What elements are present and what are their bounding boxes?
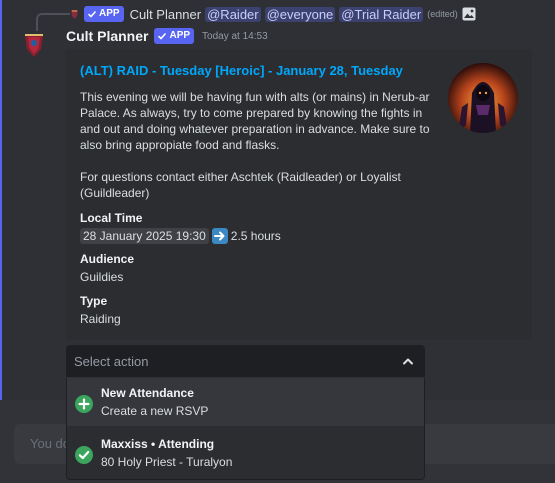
embed-title[interactable]: (ALT) RAID - Tuesday [Heroic] - January … [80, 63, 403, 78]
option-new-attendance[interactable]: New Attendance Create a new RSVP [67, 378, 424, 426]
arrow-right-icon [211, 228, 228, 244]
embed-description-paragraph: For questions contact either Aschtek (Ra… [80, 170, 401, 200]
duration-text: 2.5 hours [230, 229, 281, 243]
option-title: Maxxiss • Attending [101, 437, 215, 451]
field-type: Type Raiding [80, 293, 460, 327]
reply-app-badge-label: APP [99, 8, 120, 19]
message-header: Cult Planner APP Today at 14:53 [66, 28, 268, 44]
author-avatar[interactable] [22, 31, 46, 59]
select-options-menu: New Attendance Create a new RSVP Maxxiss… [66, 378, 425, 480]
field-audience-name: Audience [80, 252, 135, 266]
plus-circle-icon [75, 395, 93, 413]
embed-thumbnail[interactable] [448, 63, 518, 133]
select-action-dropdown[interactable]: Select action [66, 345, 425, 377]
mention-accent-bar [0, 0, 2, 400]
option-attending[interactable]: Maxxiss • Attending 80 Holy Priest - Tur… [67, 429, 424, 477]
field-type-name: Type [80, 294, 108, 308]
verified-check-icon [87, 10, 97, 18]
reply-preview[interactable]: APP Cult Planner @Raider @everyone @Tria… [28, 5, 476, 23]
image-icon[interactable] [462, 7, 476, 21]
chevron-up-icon [403, 358, 413, 365]
mention-raider[interactable]: @Raider [205, 6, 261, 22]
composer-placeholder: You do [30, 436, 71, 451]
mention-everyone[interactable]: @everyone [264, 6, 336, 22]
field-audience-value: Guildies [80, 270, 124, 284]
reply-avatar-icon [68, 8, 80, 20]
option-description: Create a new RSVP [101, 404, 209, 418]
field-audience: Audience Guildies [80, 251, 460, 285]
hooded-figure-icon [448, 63, 518, 133]
author-app-badge-label: APP [169, 30, 191, 41]
reply-app-badge: APP [84, 6, 124, 22]
embed-description: This evening we will be having fun with … [80, 89, 440, 201]
verified-check-icon [158, 32, 167, 40]
option-description: 80 Holy Priest - Turalyon [101, 455, 233, 469]
author-name[interactable]: Cult Planner [66, 28, 148, 44]
field-type-value: Raiding [80, 312, 121, 326]
field-local-time: Local Time 28 January 2025 19:30 2.5 hou… [80, 210, 460, 244]
field-local-time-name: Local Time [80, 211, 143, 225]
embed-description-paragraph: This evening we will be having fun with … [80, 90, 430, 152]
check-circle-icon [75, 446, 93, 464]
event-embed: (ALT) RAID - Tuesday [Heroic] - January … [66, 49, 532, 340]
shield-crest-icon [25, 34, 43, 57]
author-app-badge: APP [154, 28, 195, 44]
message-timestamp[interactable]: Today at 14:53 [202, 31, 268, 42]
mention-trial-raider[interactable]: @Trial Raider [339, 6, 424, 22]
field-local-time-value: 28 January 2025 19:30 2.5 hours [80, 228, 460, 244]
edited-label: (edited) [427, 9, 458, 19]
local-timestamp[interactable]: 28 January 2025 19:30 [80, 228, 209, 244]
option-title: New Attendance [101, 386, 194, 400]
reply-author[interactable]: Cult Planner [130, 7, 202, 22]
select-placeholder: Select action [74, 354, 149, 369]
